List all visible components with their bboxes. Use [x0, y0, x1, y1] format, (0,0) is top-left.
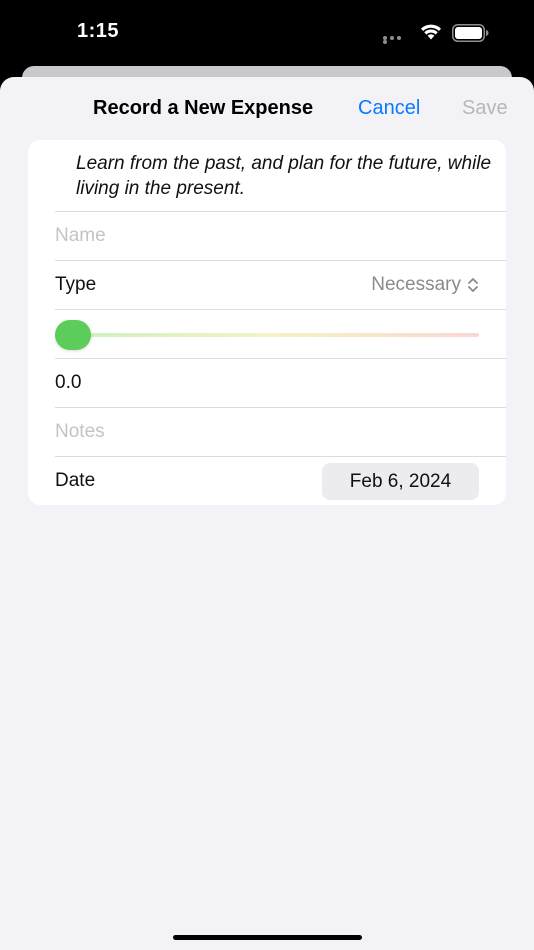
- slider-track[interactable]: [55, 333, 479, 337]
- type-picker[interactable]: Necessary: [371, 274, 479, 296]
- status-time: 1:15: [77, 20, 120, 42]
- type-row: Type Necessary: [55, 261, 506, 309]
- type-value: Necessary: [371, 274, 461, 295]
- cancel-button[interactable]: Cancel: [358, 97, 420, 120]
- home-indicator[interactable]: [173, 935, 362, 940]
- slider-row: [55, 310, 506, 358]
- signal-dots-icon: [383, 36, 409, 44]
- chevron-up-down-icon: [468, 278, 478, 292]
- notes-input[interactable]: [55, 421, 455, 443]
- date-picker-button[interactable]: Feb 6, 2024: [322, 463, 479, 500]
- amount-row: 0.0: [55, 359, 506, 407]
- name-input[interactable]: [55, 225, 455, 247]
- slider-thumb[interactable]: [55, 320, 91, 350]
- wifi-icon: [421, 24, 441, 40]
- name-row: [55, 212, 506, 260]
- type-label: Type: [55, 274, 97, 295]
- notes-row: [55, 408, 506, 456]
- battery-icon: [452, 24, 489, 42]
- save-button[interactable]: Save: [462, 97, 508, 120]
- amount-field[interactable]: 0.0: [55, 372, 81, 394]
- date-label: Date: [55, 470, 96, 491]
- sheet-title: Record a New Expense: [93, 97, 314, 119]
- expense-form: Learn from the past, and plan for the fu…: [28, 140, 506, 505]
- status-bar: 1:15: [0, 0, 534, 66]
- quote-text: Learn from the past, and plan for the fu…: [76, 153, 492, 199]
- date-row: Date Feb 6, 2024: [55, 457, 506, 505]
- expense-sheet: Record a New Expense Cancel Save Learn f…: [0, 77, 534, 950]
